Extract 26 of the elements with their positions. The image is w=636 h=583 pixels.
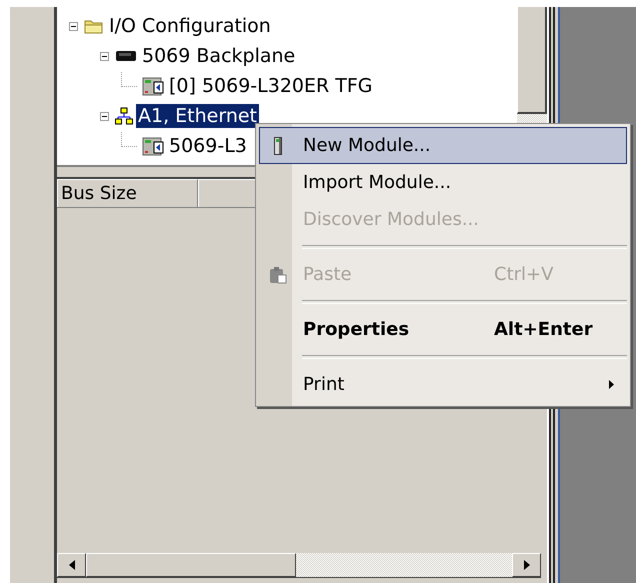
tree-item[interactable]: 5069 Backplane — [140, 44, 298, 68]
module-icon — [142, 76, 164, 96]
tree-item[interactable]: I/O Configuration — [107, 14, 273, 38]
right-arrow-icon — [524, 560, 530, 570]
scroll-left-button[interactable] — [57, 553, 86, 577]
collapse-toggle[interactable] — [100, 52, 109, 60]
tree-item[interactable]: 5069-L3 — [167, 134, 249, 158]
left-arrow-icon — [68, 560, 74, 570]
menu-item[interactable]: Import Module... — [259, 164, 627, 201]
scroll-right-button[interactable] — [512, 553, 541, 577]
menu-item[interactable]: New Module... — [259, 127, 627, 164]
collapse-toggle[interactable] — [100, 112, 109, 120]
column-header[interactable]: Bus Size — [57, 179, 198, 207]
collapse-toggle[interactable] — [69, 22, 78, 30]
clipboard-icon — [269, 266, 287, 284]
module-icon — [142, 136, 164, 156]
folder-icon — [84, 18, 104, 34]
tree-item[interactable]: A1, Ethernet — [136, 104, 260, 128]
menu-item[interactable]: Print — [259, 366, 627, 403]
module-icon — [274, 136, 282, 154]
horizontal-scrollbar[interactable] — [57, 553, 541, 578]
menu-item[interactable]: Properties Alt+Enter — [259, 311, 627, 348]
backplane-icon — [115, 50, 137, 62]
scroll-thumb[interactable] — [86, 553, 296, 577]
tree-item[interactable]: [0] 5069-L320ER TFG — [167, 74, 375, 98]
network-icon — [115, 107, 133, 125]
